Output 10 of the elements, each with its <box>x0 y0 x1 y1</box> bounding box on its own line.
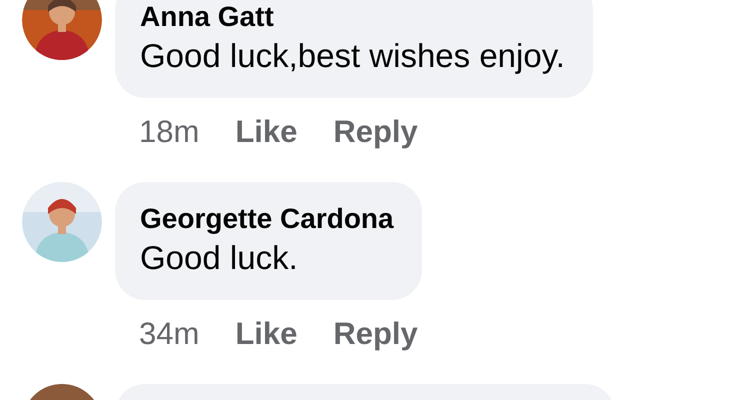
comment-text: Good luck,best wishes enjoy. <box>140 36 565 76</box>
comment-action-link[interactable]: Reply <box>333 310 418 358</box>
comment-action-link[interactable]: Reply <box>333 108 418 156</box>
comment-text: Good luck. <box>140 238 299 278</box>
comment-time: 18m <box>139 112 200 151</box>
comment-action-link[interactable]: Like <box>235 310 298 358</box>
comment-time: 34m <box>139 314 200 353</box>
commenter-name[interactable]: Georgette Cardona <box>140 202 394 236</box>
commenter-name[interactable]: Anna Gatt <box>140 0 565 34</box>
comment-action-link[interactable]: Like <box>235 108 298 156</box>
